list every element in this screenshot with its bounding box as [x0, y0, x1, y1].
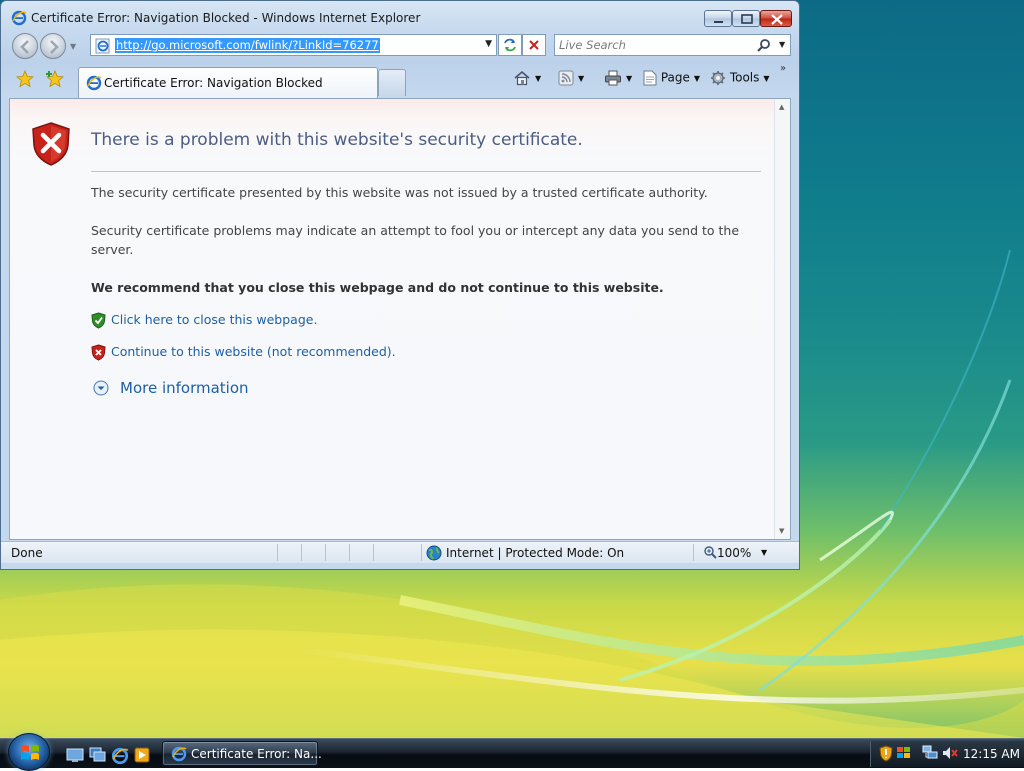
address-bar[interactable]: http://go.microsoft.com/fwlink/?LinkId=7…: [90, 34, 497, 56]
error-warning: Security certificate problems may indica…: [91, 223, 740, 257]
magnifier-icon[interactable]: [756, 38, 772, 54]
green-shield-check-icon: [91, 312, 106, 329]
print-button[interactable]: ▼: [604, 70, 632, 90]
back-button[interactable]: [12, 33, 38, 59]
red-shield-x-icon: [91, 344, 106, 361]
window-title: Certificate Error: Navigation Blocked - …: [31, 11, 421, 25]
printer-icon: [605, 70, 621, 86]
windows-logo-icon: [21, 744, 39, 760]
forward-button[interactable]: [40, 33, 66, 59]
more-information-label[interactable]: More information: [120, 379, 249, 397]
volume-muted-icon[interactable]: [941, 745, 959, 761]
recent-pages-dropdown[interactable]: ▼: [70, 42, 76, 51]
vertical-scrollbar[interactable]: ▲ ▼: [774, 99, 790, 539]
scroll-down-arrow[interactable]: ▼: [779, 527, 784, 535]
switch-windows-icon[interactable]: [89, 747, 107, 763]
stop-button[interactable]: [522, 34, 546, 56]
tab-certificate-error[interactable]: Certificate Error: Navigation Blocked: [78, 67, 378, 98]
taskbar: Certificate Error: Na... 12:15 AM: [0, 733, 1024, 771]
show-desktop-icon[interactable]: [66, 747, 84, 763]
status-divider: [277, 544, 278, 561]
ie-logo-icon[interactable]: [111, 747, 129, 765]
status-divider: [373, 544, 374, 561]
zoom-dropdown[interactable]: ▼: [761, 548, 767, 557]
globe-icon: [426, 545, 442, 561]
network-icon[interactable]: [922, 745, 938, 761]
address-url[interactable]: http://go.microsoft.com/fwlink/?LinkId=7…: [115, 38, 380, 53]
ie-logo-icon: [86, 75, 102, 91]
notification-area: 12:15 AM: [870, 741, 1024, 767]
page-menu[interactable]: Page ▼: [643, 70, 700, 90]
ie-page-icon: [95, 38, 110, 54]
security-zone-text[interactable]: Internet | Protected Mode: On: [446, 546, 624, 560]
tools-menu-label: Tools: [729, 70, 760, 85]
add-star-icon[interactable]: [46, 70, 64, 88]
zoom-icon[interactable]: [703, 545, 717, 559]
search-box: ▼: [554, 34, 791, 56]
minimize-icon: [714, 21, 723, 23]
tools-menu[interactable]: Tools ▼: [710, 70, 770, 90]
navigation-bar: ▼ http://go.microsoft.com/fwlink/?LinkId…: [1, 31, 799, 61]
more-commands-chevron[interactable]: »: [780, 63, 786, 83]
tab-label: Certificate Error: Navigation Blocked: [104, 76, 323, 90]
close-webpage-link-text[interactable]: Click here to close this webpage.: [111, 312, 317, 327]
status-divider: [301, 544, 302, 561]
ie-logo-icon: [11, 10, 27, 26]
recommendation-text: We recommend that you close this webpage…: [91, 280, 664, 295]
red-shield-x-icon: [32, 122, 70, 166]
status-text: Done: [11, 546, 43, 560]
close-icon: [771, 14, 783, 25]
back-arrow-icon: [20, 40, 29, 54]
ie-logo-icon: [171, 746, 187, 762]
taskbar-button-label: Certificate Error: Na...: [191, 747, 322, 761]
ie-window: Certificate Error: Navigation Blocked - …: [0, 0, 800, 570]
heading-divider: [91, 171, 761, 172]
status-divider: [325, 544, 326, 561]
close-button[interactable]: [760, 10, 792, 27]
search-options-dropdown[interactable]: ▼: [779, 40, 785, 49]
security-center-icon[interactable]: [879, 745, 893, 762]
zoom-level[interactable]: 100%: [717, 546, 751, 560]
minimize-button[interactable]: [704, 10, 732, 27]
search-input[interactable]: [557, 37, 747, 53]
start-button[interactable]: [8, 733, 50, 771]
status-divider: [693, 544, 694, 561]
home-button[interactable]: ▼: [513, 70, 541, 90]
error-heading: There is a problem with this website's s…: [91, 130, 583, 150]
rss-icon: [558, 70, 574, 86]
gear-icon: [711, 71, 725, 85]
tab-row: Certificate Error: Navigation Blocked ▼ …: [1, 63, 799, 98]
error-description: The security certificate presented by th…: [91, 185, 708, 200]
address-dropdown[interactable]: ▼: [485, 39, 492, 49]
new-tab-button[interactable]: [378, 69, 406, 96]
status-divider: [349, 544, 350, 561]
status-divider: [421, 544, 422, 561]
taskbar-clock[interactable]: 12:15 AM: [963, 747, 1020, 761]
home-icon: [514, 70, 530, 86]
windows-flag-icon[interactable]: [896, 745, 912, 761]
page-icon: [643, 70, 657, 86]
status-bar: Done Internet | Protected Mode: On 100% …: [1, 541, 799, 563]
maximize-icon: [741, 14, 753, 24]
taskbar-button-ie[interactable]: Certificate Error: Na...: [162, 741, 322, 766]
page-menu-label: Page: [660, 70, 690, 85]
stop-icon: [529, 40, 539, 50]
media-player-icon[interactable]: [134, 747, 150, 763]
continue-link-text[interactable]: Continue to this website (not recommende…: [111, 344, 396, 359]
title-bar[interactable]: Certificate Error: Navigation Blocked - …: [1, 1, 799, 31]
maximize-button[interactable]: [732, 10, 760, 27]
feeds-button[interactable]: ▼: [558, 70, 584, 90]
star-icon[interactable]: [16, 70, 34, 88]
page-content: There is a problem with this website's s…: [9, 98, 791, 540]
scroll-up-arrow[interactable]: ▲: [779, 103, 784, 111]
refresh-button[interactable]: [498, 34, 522, 56]
forward-arrow-icon: [50, 40, 59, 54]
refresh-icon: [504, 38, 516, 52]
expand-circle-icon: [93, 380, 109, 396]
